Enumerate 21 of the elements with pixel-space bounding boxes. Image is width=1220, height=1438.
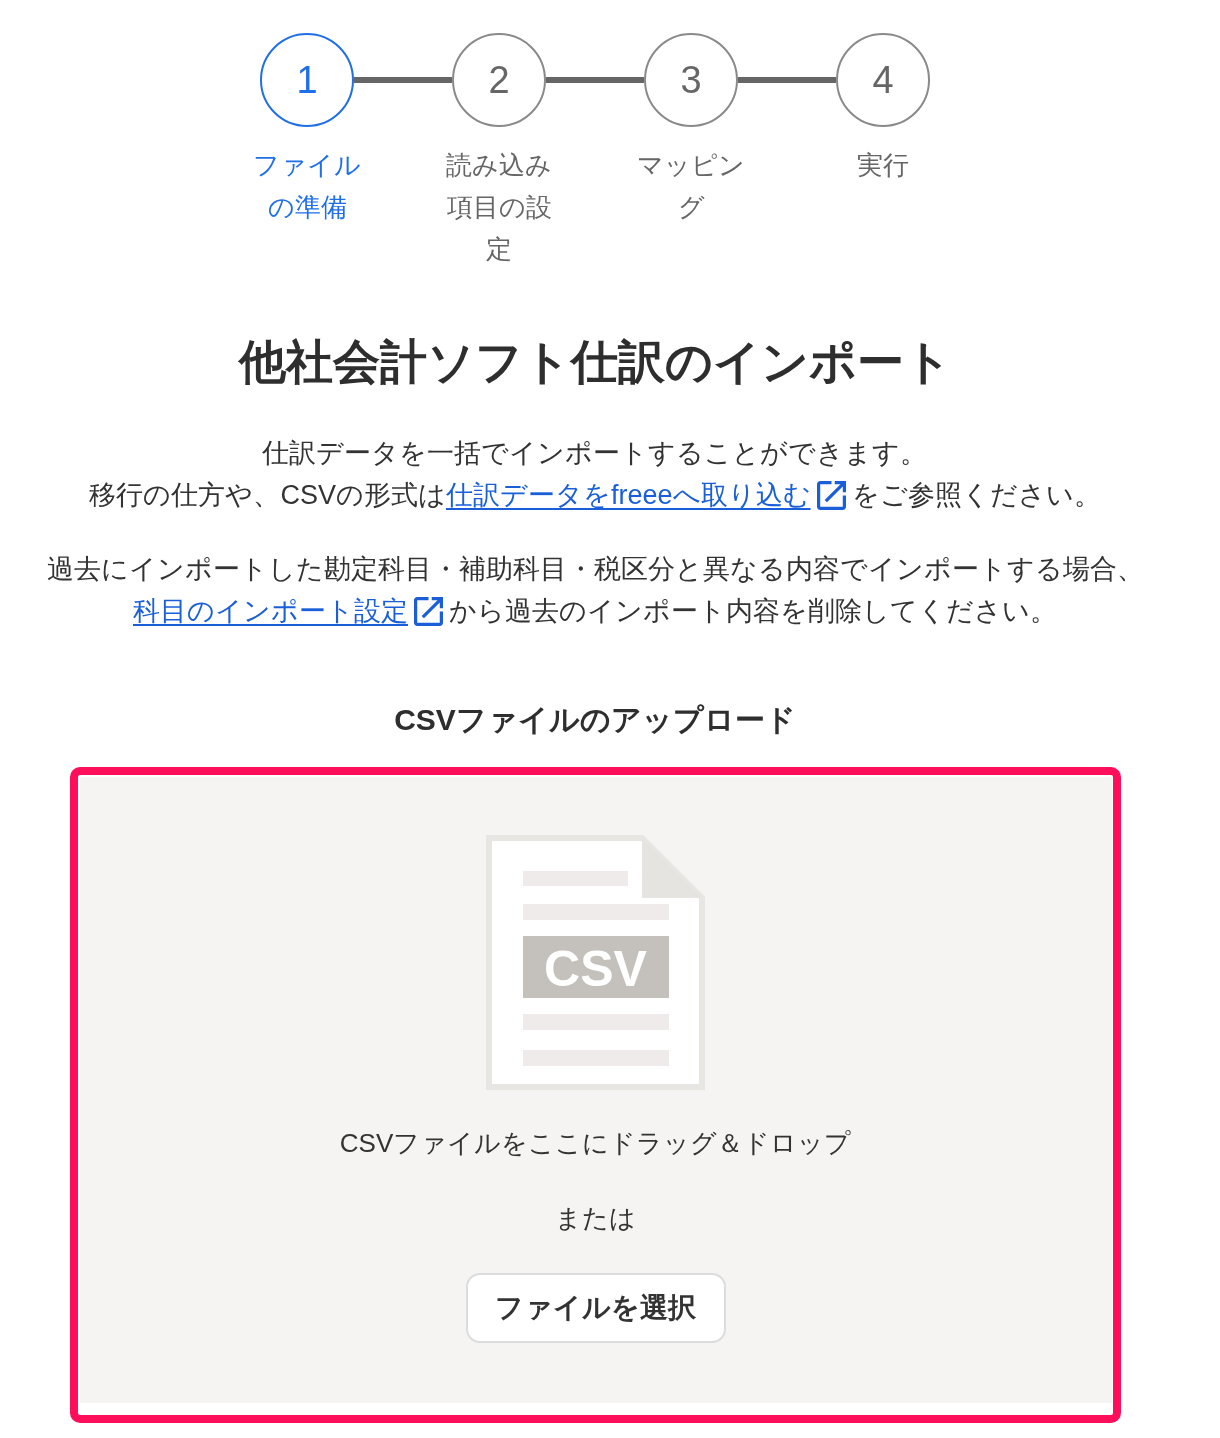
page-title: 他社会計ソフト仕訳のインポート: [238, 334, 952, 390]
step-label: 実行: [856, 149, 910, 182]
drop-instruction: CSVファイルをここにドラッグ＆ドロップ: [339, 1127, 852, 1160]
csv-file-icon: CSV: [486, 835, 705, 1090]
file-select-button[interactable]: ファイルを選択: [465, 1273, 726, 1343]
step-number-circle: 4: [836, 33, 930, 127]
help-link[interactable]: 仕訳データをfreeeへ取り込む: [446, 474, 846, 516]
step-number-circle: 3: [644, 33, 738, 127]
step-number-circle: 1: [260, 33, 354, 127]
description-paragraph: 仕訳データを一括でインポートすることができます。 移行の仕方や、CSVの形式は仕訳データをfreeeへ取り込む をご参照ください。: [89, 432, 1101, 516]
drop-zone[interactable]: CSV CSVファイルをここにドラッグ＆ドロップ または ファイルを選択: [79, 777, 1112, 1403]
step-label: 読み込み項目の設定: [445, 149, 553, 266]
step-number-circle: 2: [452, 33, 546, 127]
section-heading: CSVファイルのアップロード: [394, 702, 796, 738]
external-link-icon: [816, 480, 846, 510]
step-label: ファイルの準備: [252, 149, 362, 224]
external-link-icon: [414, 596, 443, 626]
step-label: マッピング: [636, 149, 746, 224]
or-text: または: [555, 1202, 636, 1235]
help-link[interactable]: 科目のインポート設定: [133, 590, 443, 632]
description-paragraph: 過去にインポートした勘定科目・補助科目・税区分と異なる内容でインポートする場合、 科目のインポート設定 から過去のインポート内容を削除してください。: [46, 548, 1144, 632]
